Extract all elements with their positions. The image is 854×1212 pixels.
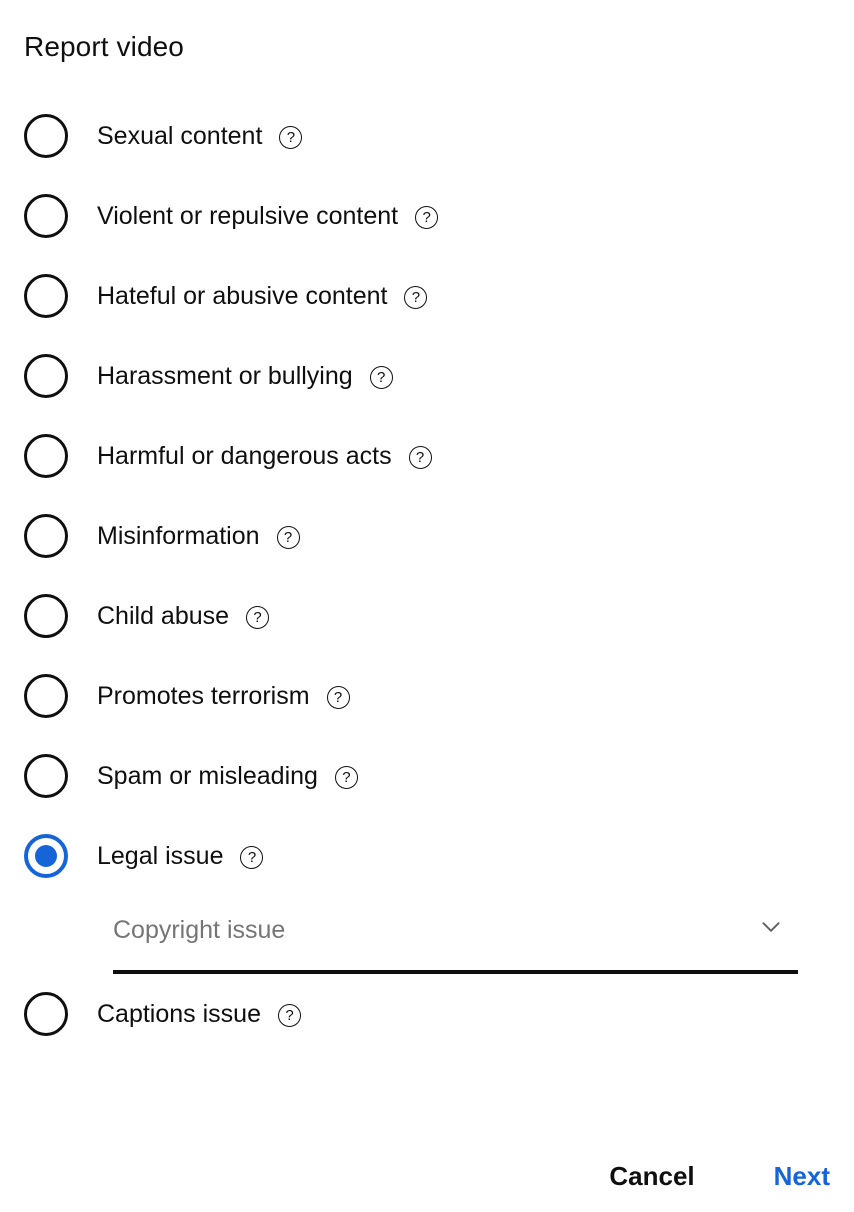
radio-label: Captions issue	[97, 1000, 261, 1028]
help-icon[interactable]: ?	[334, 765, 358, 789]
radio-label: Violent or repulsive content	[97, 202, 399, 230]
help-icon[interactable]: ?	[404, 285, 428, 309]
radio-option-hateful-or-abusive-content[interactable]: Hateful or abusive content ?	[0, 256, 854, 336]
radio-option-harmful-or-dangerous-acts[interactable]: Harmful or dangerous acts ?	[0, 416, 854, 496]
radio-button-harmful-or-dangerous-acts[interactable]	[24, 434, 68, 478]
help-icon[interactable]: ?	[276, 525, 300, 549]
radio-button-misinformation[interactable]	[24, 514, 68, 558]
radio-label: Sexual content	[97, 122, 263, 150]
dialog-actions: Cancel Next	[609, 1140, 830, 1212]
help-icon[interactable]: ?	[408, 445, 432, 469]
radio-option-sexual-content[interactable]: Sexual content ?	[0, 96, 854, 176]
radio-option-violent-or-repulsive-content[interactable]: Violent or repulsive content ?	[0, 176, 854, 256]
radio-option-child-abuse[interactable]: Child abuse ?	[0, 576, 854, 656]
radio-button-captions-issue[interactable]	[24, 992, 68, 1036]
radio-button-hateful-or-abusive-content[interactable]	[24, 274, 68, 318]
radio-option-captions-issue[interactable]: Captions issue ?	[0, 974, 854, 1054]
radio-label: Hateful or abusive content	[97, 282, 388, 310]
help-icon[interactable]: ?	[369, 365, 393, 389]
cancel-button[interactable]: Cancel	[609, 1161, 694, 1191]
report-reason-radio-group: Sexual content ? Violent or repulsive co…	[0, 96, 854, 1054]
radio-option-spam-or-misleading[interactable]: Spam or misleading ?	[0, 736, 854, 816]
legal-issue-select[interactable]: Copyright issue	[113, 896, 798, 974]
page-title: Report video	[24, 31, 184, 62]
help-icon[interactable]: ?	[240, 845, 264, 869]
radio-button-spam-or-misleading[interactable]	[24, 754, 68, 798]
radio-label: Legal issue	[97, 842, 224, 870]
radio-button-legal-issue[interactable]	[24, 834, 68, 878]
radio-option-harassment-or-bullying[interactable]: Harassment or bullying ?	[0, 336, 854, 416]
next-button[interactable]: Next	[774, 1161, 830, 1191]
radio-button-violent-or-repulsive-content[interactable]	[24, 194, 68, 238]
legal-issue-subtype-container: Copyright issue	[0, 896, 854, 974]
radio-option-legal-issue[interactable]: Legal issue ?	[0, 816, 854, 896]
radio-button-sexual-content[interactable]	[24, 114, 68, 158]
radio-label: Child abuse	[97, 602, 230, 630]
radio-option-promotes-terrorism[interactable]: Promotes terrorism ?	[0, 656, 854, 736]
help-icon[interactable]: ?	[415, 205, 439, 229]
chevron-down-icon[interactable]	[758, 914, 784, 940]
radio-label: Harmful or dangerous acts	[97, 442, 392, 470]
radio-label: Promotes terrorism	[97, 682, 310, 710]
radio-label: Spam or misleading	[97, 762, 318, 790]
radio-label: Misinformation	[97, 522, 260, 550]
report-video-dialog: Report video Sexual content ? Violent or…	[0, 0, 854, 1212]
help-icon[interactable]: ?	[277, 1003, 301, 1027]
help-icon[interactable]: ?	[246, 605, 270, 629]
radio-label: Harassment or bullying	[97, 362, 353, 390]
radio-button-child-abuse[interactable]	[24, 594, 68, 638]
help-icon[interactable]: ?	[326, 685, 350, 709]
radio-option-misinformation[interactable]: Misinformation ?	[0, 496, 854, 576]
radio-button-promotes-terrorism[interactable]	[24, 674, 68, 718]
radio-button-harassment-or-bullying[interactable]	[24, 354, 68, 398]
help-icon[interactable]: ?	[279, 125, 303, 149]
legal-issue-select-value: Copyright issue	[113, 916, 286, 944]
